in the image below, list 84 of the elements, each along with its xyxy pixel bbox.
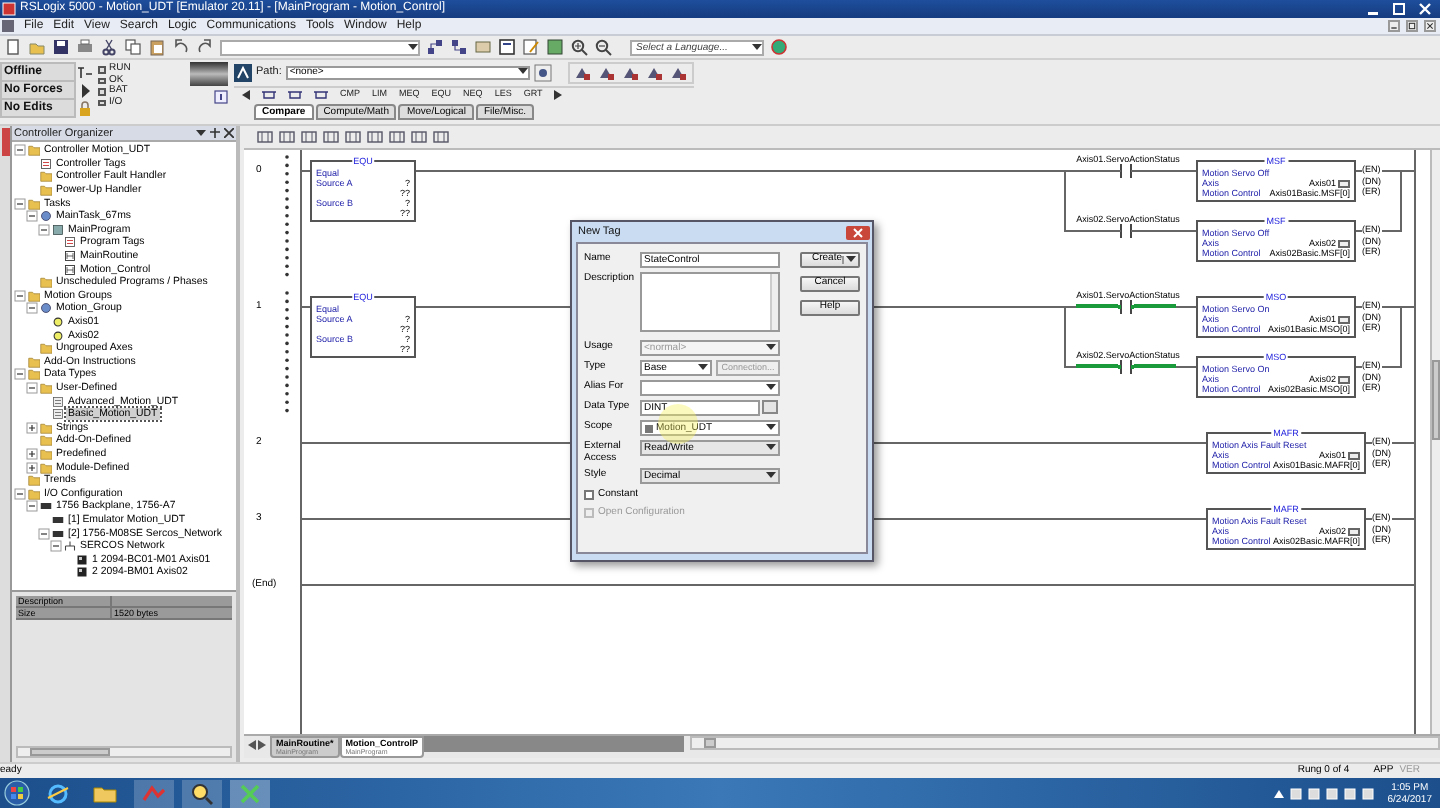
browse-button[interactable]: [762, 400, 778, 414]
task-icon: [40, 302, 52, 315]
collapse-icon[interactable]: [14, 197, 26, 210]
collapse-icon[interactable]: [26, 500, 38, 513]
scroll-right-icon[interactable]: [258, 740, 266, 750]
scroll-right-icon[interactable]: [554, 90, 563, 100]
dropdown-arrow-icon: [766, 424, 776, 432]
close-icon[interactable]: [224, 128, 234, 138]
browse-button[interactable]: [1348, 527, 1360, 535]
dropdown-arrow-icon: [408, 43, 418, 51]
collapse-icon[interactable]: [50, 540, 62, 553]
dropdown-arrow-icon: [517, 68, 528, 76]
dropdown-arrow-icon: [766, 472, 776, 480]
close-icon[interactable]: [1424, 20, 1436, 32]
scroll-left-icon[interactable]: [242, 90, 250, 100]
status-led: [98, 66, 105, 73]
scrollbar-thumb[interactable]: [1432, 360, 1440, 440]
dropdown-arrow-icon: [766, 444, 776, 452]
zoom-out-icon[interactable]: [594, 38, 612, 56]
show-hidden-icons-icon[interactable]: [1273, 789, 1284, 797]
side-tab[interactable]: [1, 128, 9, 156]
collapse-icon[interactable]: [38, 527, 50, 540]
task-icon: [40, 210, 52, 223]
info-icon[interactable]: [214, 90, 228, 104]
dropdown-field[interactable]: [640, 380, 780, 396]
collapse-icon[interactable]: [14, 289, 26, 302]
dropdown-arrow-icon: [766, 384, 776, 392]
key-switch-drawing: [190, 62, 228, 86]
status-led: [98, 77, 105, 84]
dropdown-arrow-icon[interactable]: [196, 128, 206, 138]
dropdown-arrow-icon: [766, 344, 776, 352]
horizontal-scrollbar[interactable]: [690, 736, 1440, 750]
undo-icon[interactable]: [172, 38, 190, 56]
zoom-in-icon[interactable]: [570, 38, 588, 56]
expand-arrow-icon[interactable]: [76, 81, 94, 99]
document-icon: [2, 20, 14, 32]
globe-icon[interactable]: [770, 38, 788, 56]
properties-icon[interactable]: [498, 38, 516, 56]
collapse-icon[interactable]: [38, 223, 50, 236]
browse-icon[interactable]: [533, 63, 552, 81]
vertical-scrollbar[interactable]: [770, 274, 778, 330]
browse-button[interactable]: [1338, 239, 1350, 247]
collapse-icon[interactable]: [26, 381, 38, 394]
scrollbar-thumb[interactable]: [30, 748, 110, 756]
cut-icon[interactable]: [100, 38, 118, 56]
collapse-icon[interactable]: [14, 487, 26, 500]
expand-icon[interactable]: [26, 447, 38, 460]
edit-document-icon[interactable]: [522, 38, 540, 56]
save-icon[interactable]: [52, 38, 70, 56]
tag-icon: [40, 157, 52, 170]
collapse-icon[interactable]: [14, 144, 26, 157]
dropdown-arrow-icon: [842, 256, 857, 264]
browse-button[interactable]: [1338, 315, 1350, 323]
browse-button[interactable]: [1338, 179, 1350, 187]
path-icon[interactable]: [234, 63, 252, 81]
new-file-icon[interactable]: [4, 38, 22, 56]
scroll-left-icon[interactable]: [248, 740, 256, 750]
start-button-icon[interactable]: [4, 780, 30, 806]
magnifier-icon[interactable]: [182, 779, 222, 807]
browse-button[interactable]: [1348, 451, 1360, 459]
vertical-scrollbar[interactable]: [1430, 150, 1440, 734]
close-icon[interactable]: [846, 225, 870, 239]
copy-icon[interactable]: [124, 38, 142, 56]
expand-icon[interactable]: [26, 461, 38, 474]
status-led: [98, 88, 105, 95]
checkbox[interactable]: [584, 490, 594, 500]
scrollbar-thumb[interactable]: [704, 738, 716, 748]
status-led: [98, 99, 105, 106]
collapse-icon[interactable]: [26, 210, 38, 223]
redo-icon[interactable]: [196, 38, 214, 56]
controller-icon: [644, 423, 654, 433]
print-icon[interactable]: [76, 38, 94, 56]
app-icon: [2, 2, 16, 16]
expand-icon[interactable]: [26, 421, 38, 434]
horizontal-scrollbar[interactable]: [16, 746, 232, 758]
paste-icon[interactable]: [148, 38, 166, 56]
dropdown-arrow-icon: [698, 364, 708, 372]
browse-button[interactable]: [1338, 375, 1350, 383]
collapse-icon[interactable]: [26, 302, 38, 315]
dropdown-arrow-icon: [752, 43, 762, 51]
description-textarea[interactable]: [640, 272, 780, 332]
pin-icon[interactable]: [210, 128, 220, 138]
collapse-icon[interactable]: [14, 368, 26, 381]
tag-icon: [64, 236, 76, 249]
